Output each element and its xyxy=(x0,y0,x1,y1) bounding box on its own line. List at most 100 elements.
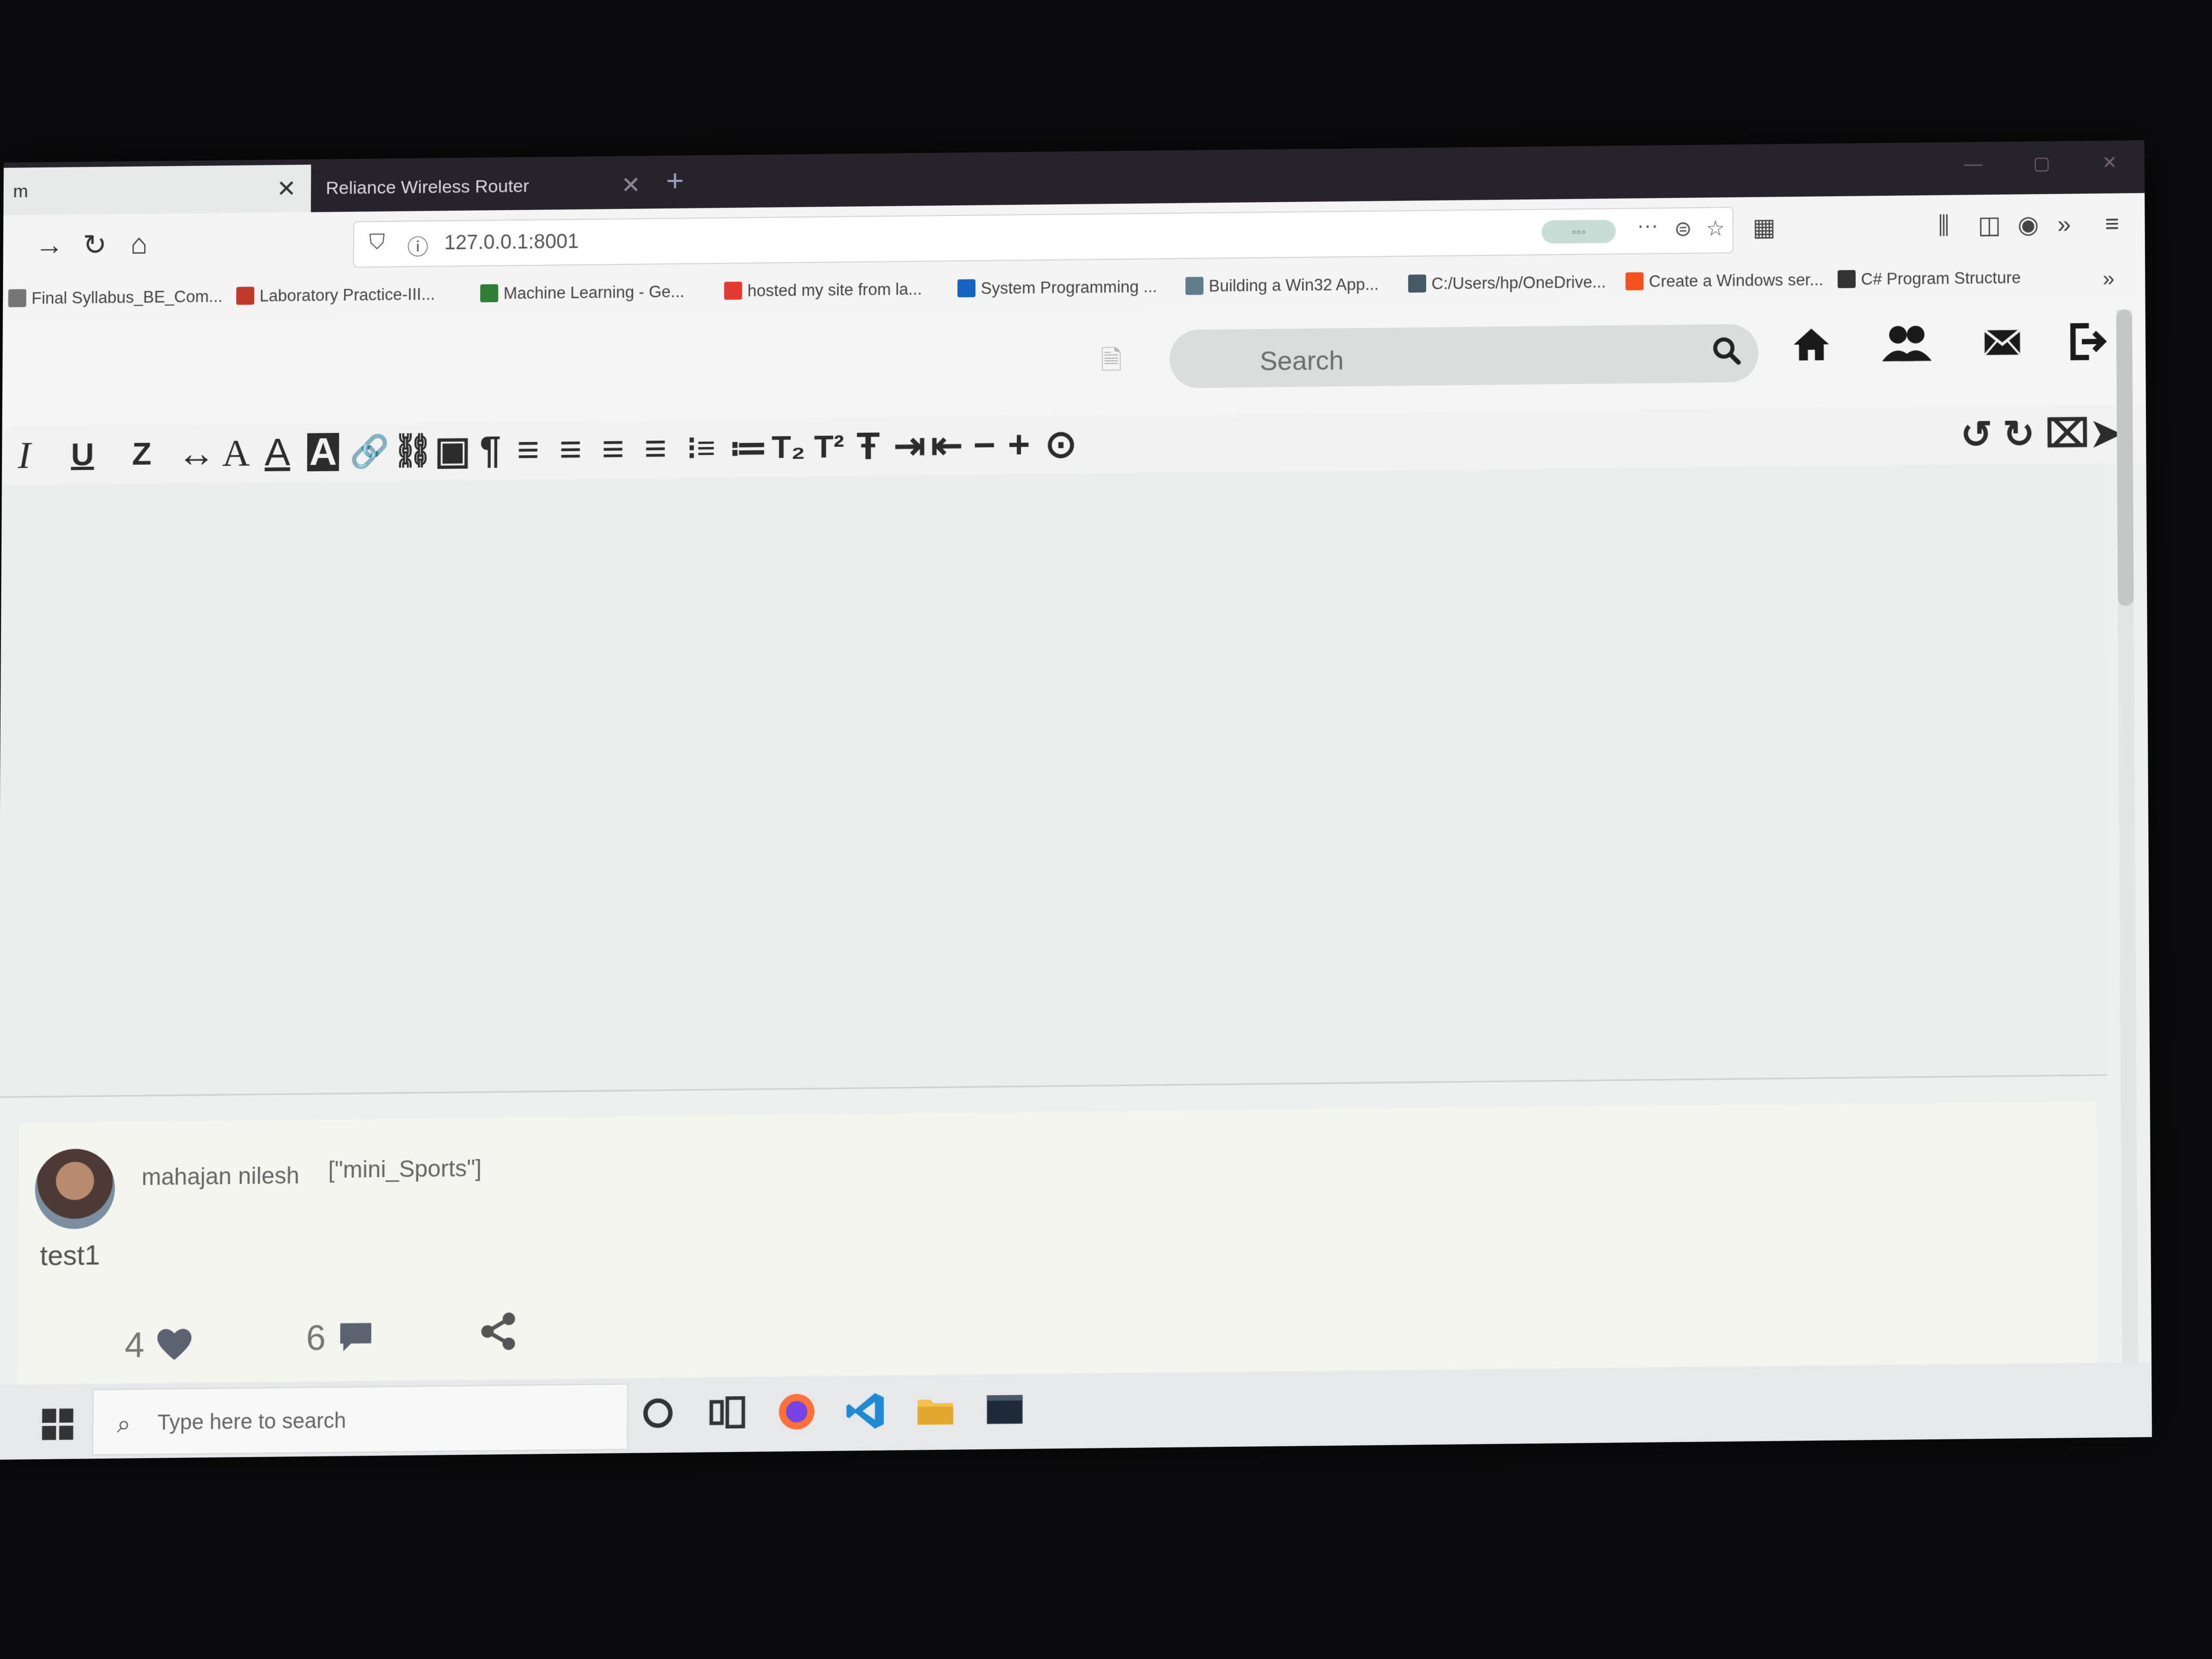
horizontal-rule-button[interactable]: − xyxy=(973,424,995,466)
windows-start-icon[interactable] xyxy=(39,1405,77,1443)
library-icon[interactable]: ⫼ xyxy=(1938,211,1949,241)
bookmark-favicon-icon xyxy=(1185,276,1204,295)
cortana-icon[interactable] xyxy=(636,1392,679,1435)
superscript-button[interactable]: T² xyxy=(814,428,844,466)
image-button[interactable]: ▣ xyxy=(434,430,471,472)
vscode-icon[interactable] xyxy=(845,1389,887,1432)
home-icon[interactable]: ⌂ xyxy=(130,228,148,261)
align-left-button[interactable]: ≡ xyxy=(559,428,582,471)
link-button[interactable]: 🔗 xyxy=(349,432,389,471)
minimize-icon[interactable]: — xyxy=(1964,154,1982,174)
info-icon[interactable]: ⓘ xyxy=(407,230,429,261)
scroll-thumb[interactable] xyxy=(2116,309,2134,606)
strikethrough-button[interactable]: Z xyxy=(132,435,152,473)
menu-icon[interactable]: ≡ xyxy=(2105,209,2119,238)
close-icon[interactable]: ✕ xyxy=(621,172,641,199)
bookmark-item[interactable]: Create a Windows ser... xyxy=(1626,270,1823,291)
indent-button[interactable]: ⇥ xyxy=(894,425,926,467)
bookmark-item[interactable]: Final Syllabus_BE_Com... xyxy=(8,287,223,308)
terminal-icon[interactable] xyxy=(983,1388,1026,1431)
forward-icon[interactable]: → xyxy=(35,229,64,262)
align-center-button[interactable]: ≡ xyxy=(644,428,666,470)
font-size-button[interactable]: A xyxy=(222,432,250,474)
clear-format-button[interactable]: ⌧ xyxy=(2045,413,2089,456)
ordered-list-button[interactable]: ⁝≡ xyxy=(686,429,715,467)
bookmark-item[interactable]: hosted my site from la... xyxy=(724,280,922,301)
outdent-button[interactable]: ⇤ xyxy=(931,424,962,467)
url-text: 127.0.0.1:8001 xyxy=(444,230,579,254)
search-placeholder: Search xyxy=(1260,346,1344,376)
new-tab-button[interactable]: + xyxy=(666,163,684,198)
undo-button[interactable]: ↺ xyxy=(1960,414,1992,456)
avatar[interactable] xyxy=(35,1148,115,1230)
bookmark-item[interactable]: C# Program Structure xyxy=(1837,269,2021,289)
highlight-button[interactable]: A xyxy=(307,431,339,473)
circle-button[interactable]: ⊙ xyxy=(1045,423,1077,466)
underline-button[interactable]: U xyxy=(71,435,94,474)
home-icon[interactable] xyxy=(1790,323,1832,366)
search-input[interactable]: Search xyxy=(1169,324,1759,389)
heart-icon xyxy=(157,1328,191,1360)
comment-button[interactable]: 6 xyxy=(306,1317,375,1358)
subscript-button[interactable]: T₂ xyxy=(772,428,805,466)
address-bar[interactable]: ⛉ ⓘ 127.0.0.1:8001 ◦◦◦ ··· ⊜ ☆ xyxy=(353,206,1734,268)
bookmarks-overflow-icon[interactable]: » xyxy=(2102,267,2114,291)
redo-button[interactable]: ↻ xyxy=(2002,413,2035,456)
bookmark-favicon-icon xyxy=(480,284,499,303)
italic-button[interactable]: I xyxy=(18,434,30,476)
comment-icon xyxy=(340,1323,372,1352)
bookmark-label: Laboratory Practice-III... xyxy=(259,284,435,305)
tab-active[interactable]: m ✕ xyxy=(3,164,311,216)
document-icon[interactable]: 🗎 xyxy=(1101,341,1122,387)
file-explorer-icon[interactable] xyxy=(914,1389,957,1432)
bookmark-item[interactable]: Laboratory Practice-III... xyxy=(236,285,435,306)
firefox-icon[interactable] xyxy=(775,1390,818,1433)
unordered-list-button[interactable]: ≔ xyxy=(729,426,767,469)
search-icon[interactable] xyxy=(1711,334,1742,366)
bookmark-label: C:/Users/hp/OneDrive... xyxy=(1431,272,1606,293)
task-view-icon[interactable] xyxy=(706,1391,749,1434)
post-tags: ["mini_Sports"] xyxy=(328,1155,482,1183)
paragraph-button[interactable]: ¶ xyxy=(480,429,501,472)
bookmark-item[interactable]: Building a Win32 App... xyxy=(1185,275,1379,296)
pocket-icon[interactable]: ⊜ xyxy=(1674,217,1692,241)
bookmark-item[interactable]: C:/Users/hp/OneDrive... xyxy=(1408,273,1606,294)
zoom-badge[interactable]: ◦◦◦ xyxy=(1541,220,1616,244)
close-window-icon[interactable]: ✕ xyxy=(2102,152,2117,173)
align-right-button[interactable]: ≡ xyxy=(517,429,539,471)
bookmark-item[interactable]: Machine Learning - Ge... xyxy=(480,282,684,304)
account-icon[interactable]: ◉ xyxy=(2017,210,2039,239)
share-icon[interactable] xyxy=(477,1310,520,1353)
maximize-icon[interactable]: ▢ xyxy=(2033,153,2050,174)
font-color-button[interactable]: A xyxy=(265,431,290,474)
post-author[interactable]: mahajan nilesh xyxy=(141,1162,299,1191)
mail-icon[interactable] xyxy=(1981,321,2024,364)
bookmark-item[interactable]: System Programming ... xyxy=(957,277,1158,298)
reload-icon[interactable]: ↻ xyxy=(82,228,106,262)
logout-icon[interactable] xyxy=(2066,320,2108,363)
taskbar-search-input[interactable]: ⌕ Type here to search xyxy=(92,1383,629,1456)
overflow-icon[interactable]: » xyxy=(2057,210,2071,238)
sidebar-icon[interactable]: ◫ xyxy=(1978,211,2001,239)
bookmark-favicon-icon xyxy=(724,281,742,300)
unlink-button[interactable]: ⛓ xyxy=(392,432,434,471)
like-count: 4 xyxy=(124,1325,145,1365)
insert-button[interactable]: + xyxy=(1008,424,1030,466)
bookmark-favicon-icon xyxy=(236,287,255,305)
extensions-icon[interactable]: ▦ xyxy=(1753,213,1776,241)
bookmark-label: System Programming ... xyxy=(981,277,1158,298)
bookmark-label: Final Syllabus_BE_Com... xyxy=(31,287,223,308)
star-icon[interactable]: ☆ xyxy=(1706,216,1725,241)
close-icon[interactable]: ✕ xyxy=(276,175,296,202)
more-icon[interactable]: ··· xyxy=(1637,214,1658,238)
like-button[interactable]: 4 xyxy=(124,1324,193,1365)
text-size-button[interactable]: Ŧ xyxy=(857,425,880,468)
tab-reliance-router[interactable]: Reliance Wireless Router ✕ xyxy=(316,161,656,212)
align-justify-button[interactable]: ≡ xyxy=(602,428,624,471)
users-icon[interactable] xyxy=(1880,322,1933,365)
shield-icon[interactable]: ⛉ xyxy=(369,230,385,254)
tab-title: Reliance Wireless Router xyxy=(325,175,530,198)
line-height-button[interactable]: ↔ xyxy=(177,432,215,475)
scrollbar[interactable] xyxy=(2116,309,2139,1438)
post-editor[interactable] xyxy=(0,463,2107,1098)
